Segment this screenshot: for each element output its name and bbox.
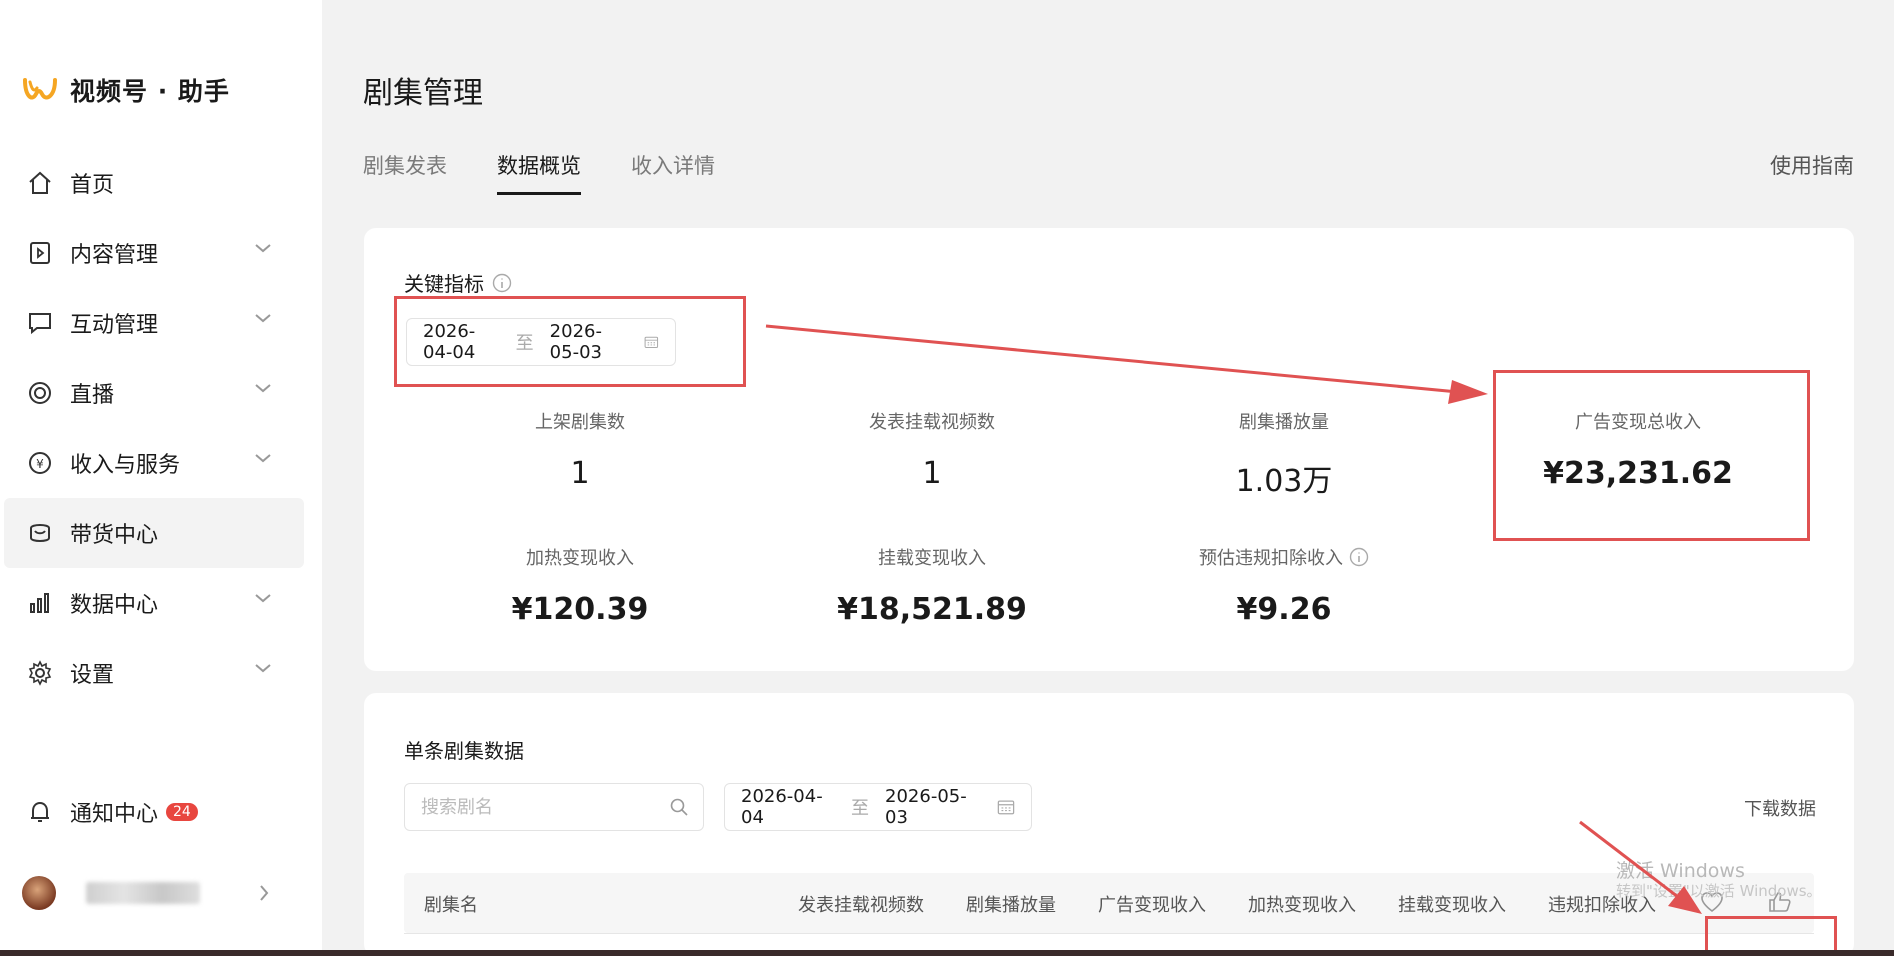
home-icon (26, 169, 54, 197)
chat-icon (26, 309, 54, 337)
metric-label: 发表挂载视频数 (869, 412, 995, 433)
column-header[interactable]: 加热变现收入 (1248, 891, 1356, 917)
logo-text: 视频号 · 助手 (70, 77, 230, 106)
single-series-card: 单条剧集数据 2026-04-04 至 2026-05-03 下载数据 剧集名 … (364, 693, 1854, 956)
chevron-down-icon[interactable] (254, 382, 272, 394)
sidebar-item-content[interactable]: 内容管理 (0, 218, 322, 288)
chevron-down-icon[interactable] (254, 662, 272, 674)
sidebar-item-label: 首页 (70, 173, 115, 198)
table-header: 剧集名 发表挂载视频数 剧集播放量 广告变现收入 加热变现收入 挂载变现收入 违… (404, 873, 1814, 933)
metric-value: ¥120.39 (511, 592, 649, 627)
date-start: 2026-04-04 (741, 786, 823, 828)
metric-label: 加热变现收入 (526, 548, 634, 569)
shop-icon (26, 519, 54, 547)
sidebar-item-settings[interactable]: 设置 (0, 638, 322, 708)
table-divider (404, 933, 1814, 934)
search-input[interactable] (419, 795, 669, 819)
play-square-icon (26, 239, 54, 267)
key-metrics-title-wrap: 关键指标 (404, 268, 512, 297)
metric-violation-deduction: 预估违规扣除收入 ¥9.26 (1134, 544, 1434, 627)
metric-mount-income: 挂载变现收入 ¥18,521.89 (782, 544, 1082, 627)
sidebar-item-label: 互动管理 (70, 313, 159, 338)
sidebar-nav: 首页 内容管理 互动管理 直播 ¥ 收入与服务 带货中心 数据中心 设置 (0, 148, 322, 708)
tab-overview[interactable]: 数据概览 (497, 150, 581, 195)
column-header[interactable]: 挂载变现收入 (1398, 891, 1506, 917)
taskbar-edge (0, 950, 1894, 956)
sidebar-item-interaction[interactable]: 互动管理 (0, 288, 322, 358)
info-icon[interactable] (492, 273, 512, 293)
tab-income-detail[interactable]: 收入详情 (631, 150, 715, 195)
series-date-picker[interactable]: 2026-04-04 至 2026-05-03 (724, 783, 1032, 831)
sidebar-item-data[interactable]: 数据中心 (0, 568, 322, 638)
search-icon[interactable] (669, 797, 689, 817)
date-separator: 至 (851, 798, 870, 819)
calendar-icon (997, 800, 1015, 815)
sidebar-item-home[interactable]: 首页 (0, 148, 322, 218)
bar-chart-icon (26, 589, 54, 617)
sidebar-item-label: 数据中心 (70, 593, 159, 618)
metric-value: 1 (922, 456, 942, 491)
sidebar-item-label: 带货中心 (70, 523, 159, 548)
key-metrics-title: 关键指标 (404, 272, 484, 296)
metric-label-wrap: 预估违规扣除收入 (1134, 544, 1434, 570)
notification-label: 通知中心 (70, 802, 159, 827)
avatar (22, 876, 56, 910)
svg-text:¥: ¥ (36, 457, 44, 471)
metric-play-count: 剧集播放量 1.03万 (1134, 408, 1434, 500)
metric-label: 挂载变现收入 (878, 548, 986, 569)
metric-label: 预估违规扣除收入 (1199, 548, 1343, 569)
logo-icon (23, 78, 57, 100)
metric-boost-income: 加热变现收入 ¥120.39 (430, 544, 730, 627)
sidebar-item-label: 直播 (70, 383, 115, 408)
windows-activation-hint: 转到"设置"以激活 Windows。 (1616, 882, 1822, 900)
chevron-down-icon[interactable] (254, 592, 272, 604)
metric-value: 1.03万 (1235, 464, 1333, 499)
download-data-link[interactable]: 下载数据 (1744, 795, 1816, 821)
metric-value: ¥9.26 (1236, 592, 1332, 627)
column-header[interactable]: 剧集播放量 (966, 891, 1056, 917)
metric-value: 1 (570, 456, 590, 491)
metric-value: ¥18,521.89 (837, 592, 1027, 627)
chevron-down-icon[interactable] (254, 312, 272, 324)
info-icon[interactable] (1349, 547, 1369, 567)
blurred-username (86, 882, 200, 904)
single-series-title: 单条剧集数据 (404, 739, 524, 763)
windows-activation-watermark: 激活 Windows (1616, 860, 1745, 882)
search-box[interactable] (404, 783, 704, 831)
app-logo[interactable]: 视频号 · 助手 (22, 72, 230, 108)
sidebar-item-live[interactable]: 直播 (0, 358, 322, 428)
bell-icon (26, 798, 54, 826)
column-header[interactable]: 剧集名 (424, 891, 478, 917)
guide-link[interactable]: 使用指南 (1770, 150, 1854, 180)
sidebar-item-label: 内容管理 (70, 243, 159, 268)
metric-listed-series: 上架剧集数 1 (430, 408, 730, 491)
metric-label: 剧集播放量 (1239, 412, 1329, 433)
sidebar-item-shop[interactable]: 带货中心 (4, 498, 304, 568)
annotation-box-date (394, 296, 746, 387)
sidebar: 视频号 · 助手 首页 内容管理 互动管理 直播 ¥ 收入与服务 带货中心 数据… (0, 0, 322, 956)
metric-label: 上架剧集数 (535, 412, 625, 433)
sidebar-item-label: 设置 (70, 663, 115, 688)
tab-publish[interactable]: 剧集发表 (363, 150, 447, 195)
page-title: 剧集管理 (363, 76, 483, 111)
metric-mounted-videos: 发表挂载视频数 1 (782, 408, 1082, 491)
date-end: 2026-05-03 (885, 786, 967, 828)
column-header[interactable]: 发表挂载视频数 (798, 891, 924, 917)
gear-icon (26, 659, 54, 687)
chevron-right-icon[interactable] (258, 884, 270, 902)
notification-center[interactable]: 通知中心 24 (26, 796, 198, 828)
yuan-icon: ¥ (26, 449, 54, 477)
live-icon (26, 379, 54, 407)
notification-badge: 24 (166, 803, 198, 821)
chevron-down-icon[interactable] (254, 242, 272, 254)
column-header[interactable]: 广告变现收入 (1098, 891, 1206, 917)
sidebar-item-label: 收入与服务 (70, 453, 181, 478)
chevron-down-icon[interactable] (254, 452, 272, 464)
sidebar-item-income[interactable]: ¥ 收入与服务 (0, 428, 322, 498)
user-profile[interactable] (22, 876, 200, 910)
annotation-box-ad-income (1493, 370, 1810, 541)
tab-bar: 剧集发表 数据概览 收入详情 (363, 150, 765, 195)
